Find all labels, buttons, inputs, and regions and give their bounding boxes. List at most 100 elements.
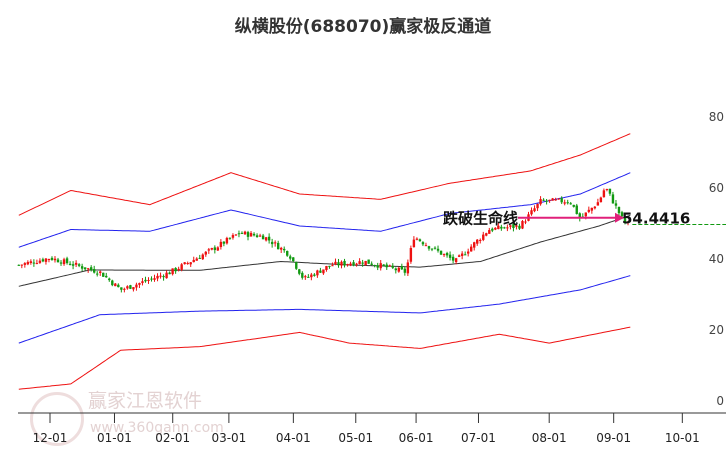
candle-body: [322, 269, 325, 274]
candle-body: [186, 262, 189, 264]
candle-body: [494, 227, 497, 230]
candle-body: [569, 203, 572, 205]
candle-body: [210, 248, 214, 250]
candle-body: [331, 265, 334, 267]
candle-body: [71, 264, 75, 266]
band-upper-blue: [18, 172, 631, 248]
candle-body: [310, 274, 313, 278]
candle-body: [234, 234, 238, 236]
candle-body: [77, 264, 81, 266]
candle-body: [222, 241, 226, 244]
candle-body: [304, 276, 307, 278]
candle-body: [599, 197, 603, 203]
candle-body: [548, 199, 551, 201]
candle-body: [466, 251, 470, 254]
candle-body: [337, 262, 340, 266]
candle-body: [473, 242, 476, 248]
candle-body: [376, 265, 379, 268]
candle-body: [614, 203, 618, 206]
candle-body: [89, 267, 93, 270]
candle-body: [352, 262, 355, 266]
candle-body: [397, 267, 401, 272]
candle-body: [96, 273, 99, 275]
candle-body: [551, 198, 554, 201]
candle-body: [150, 278, 153, 280]
candle-body: [264, 237, 268, 241]
candle-body: [334, 261, 337, 265]
candle-body: [249, 232, 253, 237]
candle-body: [430, 248, 434, 250]
candle-body: [159, 275, 162, 277]
candle-body: [219, 241, 223, 248]
candle-body: [593, 206, 597, 209]
candle-body: [319, 270, 322, 273]
candle-body: [153, 278, 156, 280]
candle-body: [572, 204, 575, 207]
candle-body: [74, 262, 78, 265]
candle-body: [213, 247, 217, 251]
y-tick-label: 80: [709, 110, 724, 124]
candle-body: [225, 237, 229, 244]
candle-body: [99, 271, 102, 273]
x-tick-label: 02-01: [155, 431, 190, 445]
candle-body: [463, 254, 467, 256]
candle-body: [530, 210, 533, 215]
candle-body: [301, 272, 304, 278]
candle-body: [445, 253, 449, 256]
candle-body: [237, 233, 241, 235]
candle-body: [207, 249, 211, 251]
candle-body: [35, 263, 39, 265]
candle-body: [83, 267, 87, 270]
candle-body: [479, 239, 482, 241]
candle-body: [316, 270, 319, 276]
candle-body: [17, 264, 20, 266]
x-tick-label: 08-01: [532, 431, 567, 445]
candle-body: [86, 268, 90, 270]
y-tick-label: 40: [709, 252, 724, 266]
candle-body: [596, 202, 600, 206]
candle-body: [379, 263, 382, 269]
candle-body: [270, 241, 274, 245]
candle-body: [346, 264, 349, 266]
candle-body: [412, 239, 416, 248]
candle-body: [451, 256, 455, 261]
candle-body: [587, 209, 591, 212]
candle-body: [108, 278, 111, 281]
x-tick-label: 12-01: [33, 431, 68, 445]
candle-body: [117, 284, 120, 288]
candle-body: [20, 264, 24, 266]
candle-body: [129, 285, 132, 289]
candle-body: [358, 261, 361, 265]
candle-body: [93, 269, 96, 273]
candle-body: [267, 236, 271, 241]
x-tick-label: 09-01: [596, 431, 631, 445]
candle-body: [23, 263, 27, 265]
candle-body: [273, 242, 277, 244]
candle-body: [162, 276, 165, 278]
candle-body: [608, 188, 612, 194]
candle-body: [605, 189, 609, 191]
candle-body: [361, 262, 364, 264]
candle-body: [168, 272, 171, 275]
candle-body: [602, 190, 606, 198]
candle-body: [114, 283, 117, 287]
candle-body: [126, 286, 129, 289]
candle-body: [62, 259, 66, 265]
candle-body: [44, 258, 48, 262]
candle-body: [367, 259, 370, 264]
candle-body: [394, 268, 397, 271]
candle-body: [584, 212, 588, 217]
annotation-value: 54.4416: [622, 210, 690, 228]
candle-body: [406, 262, 410, 274]
candle-body: [385, 264, 388, 268]
candle-body: [454, 258, 458, 263]
x-tick-label: 03-01: [211, 431, 246, 445]
candle-body: [415, 238, 419, 240]
candle-body: [165, 272, 168, 279]
candle-body: [382, 264, 385, 266]
candle-body: [373, 265, 376, 267]
candle-body: [286, 250, 289, 256]
candle-body: [557, 198, 560, 200]
candle-body: [47, 258, 51, 260]
candle-body: [258, 235, 262, 237]
